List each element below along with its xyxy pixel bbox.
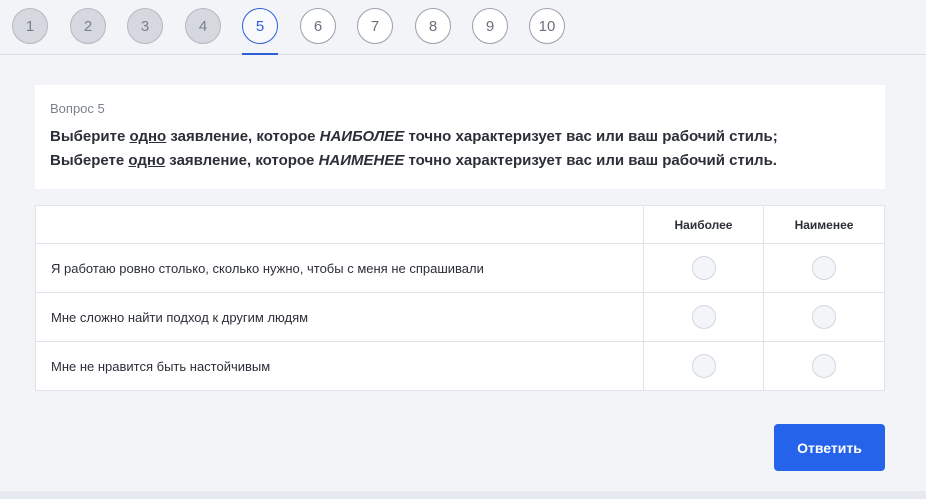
most-cell (644, 342, 764, 390)
current-step-indicator (242, 53, 278, 55)
statement-text: Я работаю ровно столько, сколько нужно, … (36, 244, 644, 292)
bottom-divider (0, 491, 926, 499)
instruction-middle: заявление, которое (165, 152, 319, 169)
most-cell (644, 244, 764, 292)
radio-most-1[interactable] (691, 256, 716, 280)
header-statement-cell (36, 206, 644, 243)
most-cell (644, 293, 764, 341)
instruction-underlined: одно (129, 128, 167, 145)
header-most-cell: Наиболее (644, 206, 764, 243)
step-6[interactable]: 6 (300, 8, 336, 44)
column-least-label: Наименее (794, 217, 854, 232)
instruction-emphasis: НАИБОЛЕЕ (319, 128, 405, 145)
radio-least-2[interactable] (812, 305, 836, 329)
step-8[interactable]: 8 (415, 8, 451, 44)
instruction-emphasis: НАИМЕНЕЕ (318, 152, 405, 169)
column-most-label: Наиболее (674, 217, 733, 232)
step-3[interactable]: 3 (127, 8, 163, 44)
question-stepper: 1 2 3 4 5 6 7 8 9 10 (0, 0, 926, 55)
instruction-suffix: точно характеризует вас или ваш рабочий … (404, 152, 777, 169)
radio-least-3[interactable] (812, 354, 836, 378)
question-number: Вопрос 5 (50, 101, 105, 116)
step-4[interactable]: 4 (185, 8, 221, 44)
instruction-middle: заявление, которое (166, 128, 320, 145)
least-cell (764, 244, 884, 292)
statement-text: Мне не нравится быть настойчивым (36, 342, 644, 390)
table-row: Я работаю ровно столько, сколько нужно, … (36, 243, 884, 292)
step-10[interactable]: 10 (529, 8, 565, 44)
header-least-cell: Наименее (764, 206, 884, 243)
question-card: Вопрос 5 Выберите одно заявление, которо… (35, 85, 885, 189)
step-7[interactable]: 7 (357, 8, 393, 44)
step-2[interactable]: 2 (70, 8, 106, 44)
least-cell (764, 342, 884, 390)
instruction-prefix: Выберите (50, 128, 130, 145)
instruction-suffix: точно характеризует вас или ваш рабочий … (404, 128, 778, 145)
submit-answer-button[interactable]: Ответить (774, 424, 885, 471)
radio-least-1[interactable] (812, 256, 836, 280)
radio-most-2[interactable] (691, 305, 716, 329)
statement-text: Мне сложно найти подход к другим людям (36, 293, 644, 341)
table-row: Мне сложно найти подход к другим людям (36, 292, 884, 341)
question-instruction-least: Выберете одно заявление, которое НАИМЕНЕ… (50, 149, 870, 173)
answer-table: Наиболее Наименее Я работаю ровно стольк… (35, 205, 885, 391)
question-instruction-most: Выберите одно заявление, которое НАИБОЛЕ… (50, 125, 870, 149)
step-5[interactable]: 5 (242, 8, 278, 44)
table-row: Мне не нравится быть настойчивым (36, 341, 884, 390)
least-cell (764, 293, 884, 341)
instruction-underlined: одно (128, 152, 166, 169)
step-9[interactable]: 9 (472, 8, 508, 44)
table-header: Наиболее Наименее (36, 206, 884, 243)
instruction-prefix: Выберете (50, 152, 129, 169)
step-1[interactable]: 1 (12, 8, 48, 44)
radio-most-3[interactable] (691, 354, 716, 378)
